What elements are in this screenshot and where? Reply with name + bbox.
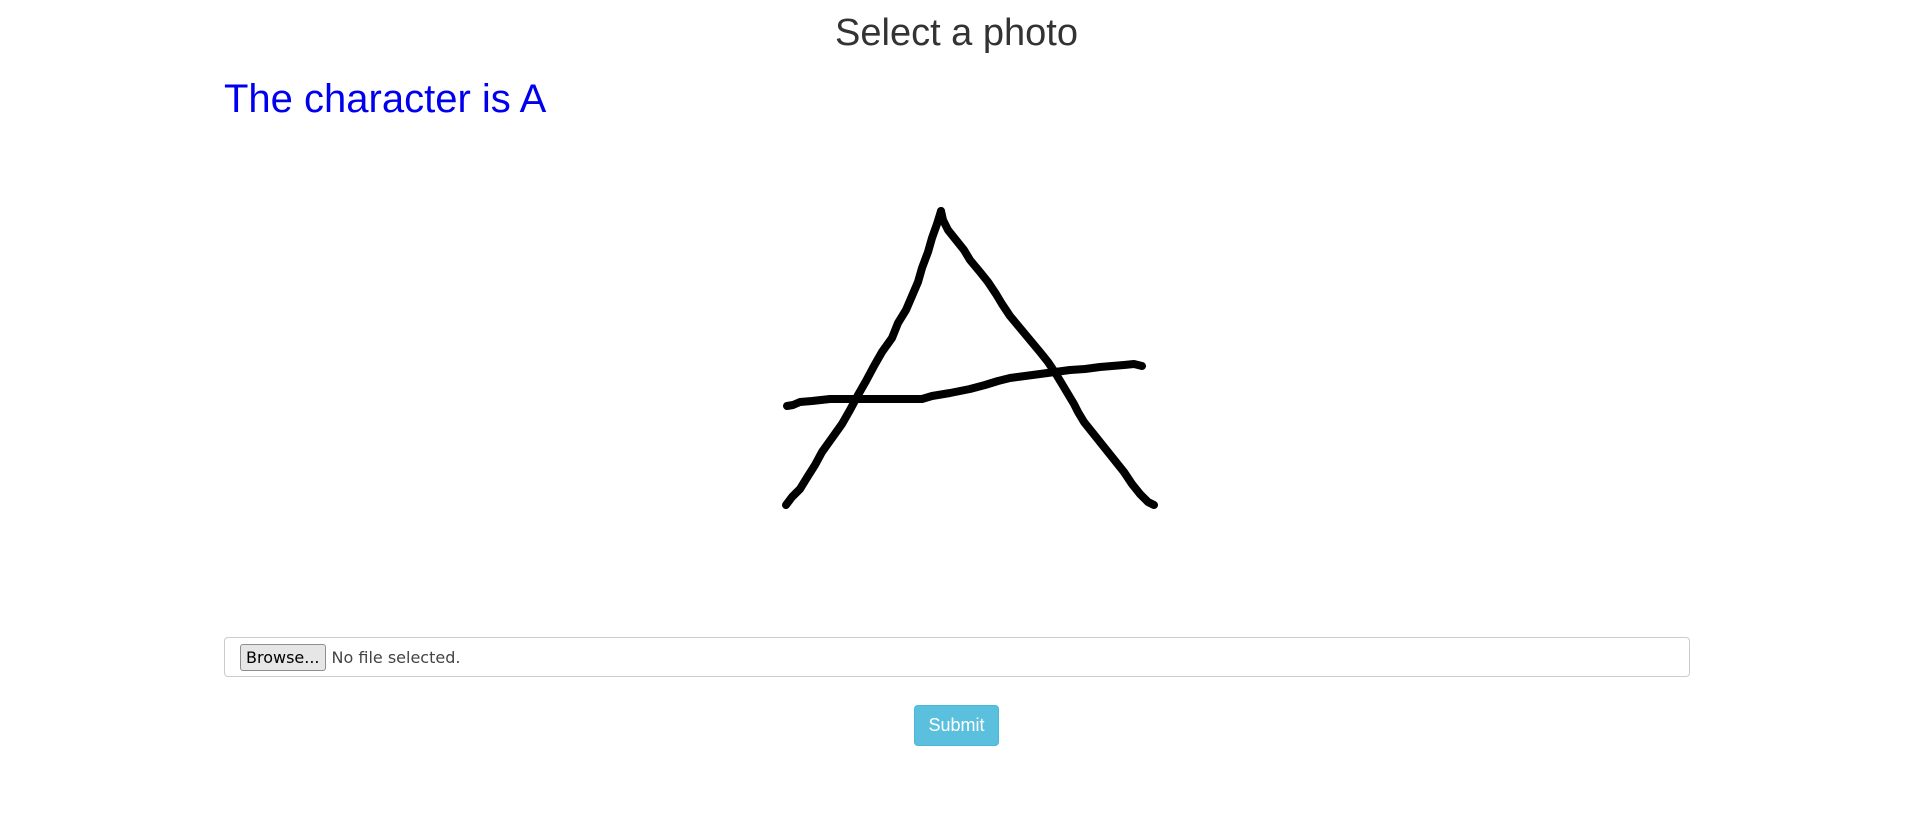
prediction-result: The character is A <box>224 77 547 121</box>
stroke-crossbar <box>783 360 1146 410</box>
uploaded-image <box>782 207 1158 509</box>
submit-button[interactable]: Submit <box>914 705 999 746</box>
stroke-right <box>937 207 1158 509</box>
file-input[interactable]: Browse... No file selected. <box>224 637 1690 677</box>
page-title: Select a photo <box>835 12 1078 54</box>
browse-button[interactable]: Browse... <box>240 643 326 671</box>
file-status: No file selected. <box>331 647 461 667</box>
stroke-left <box>782 207 945 509</box>
